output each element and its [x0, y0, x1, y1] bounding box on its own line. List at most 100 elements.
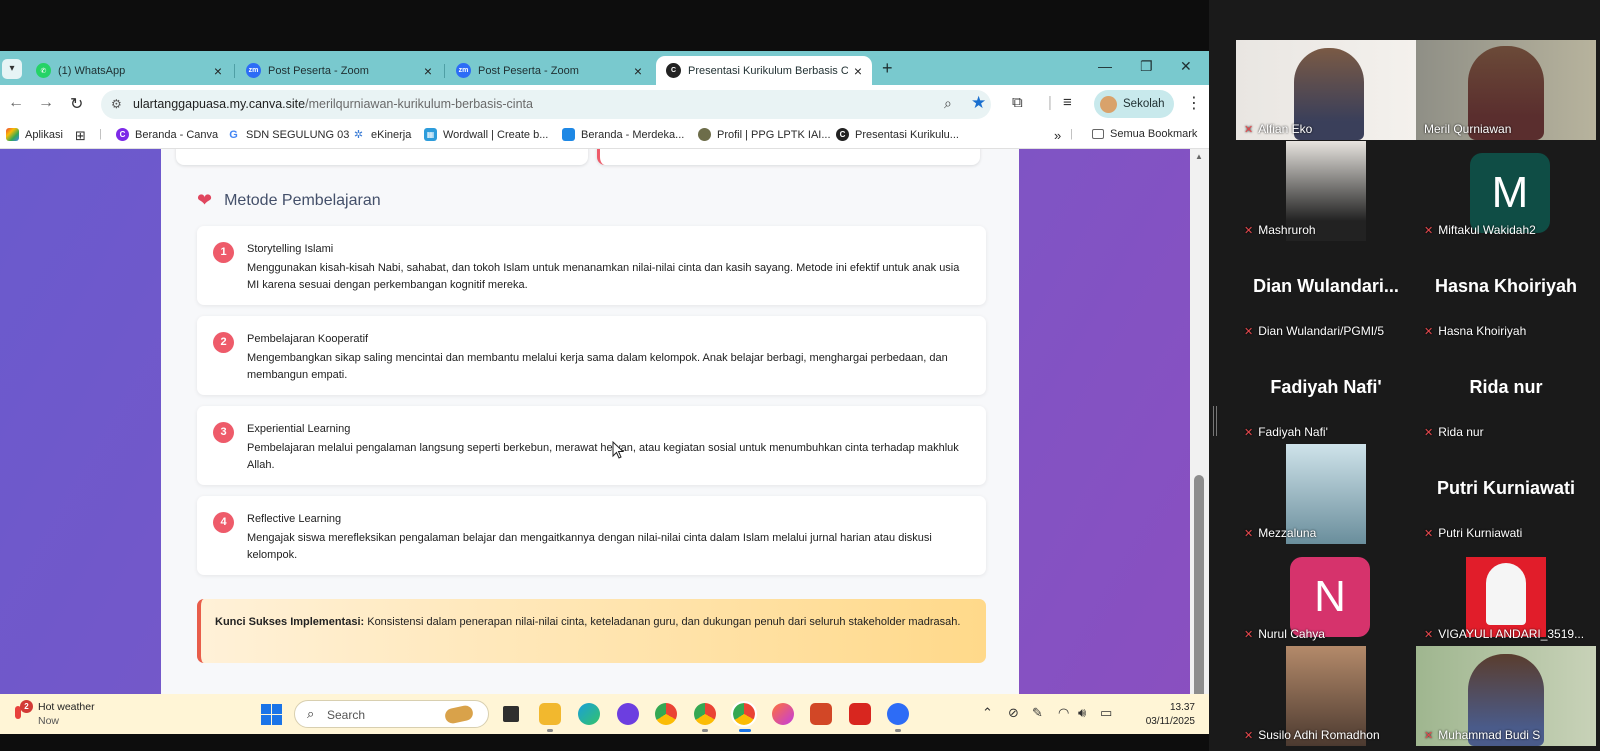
- mic-muted-icon: ✕: [1244, 426, 1254, 439]
- participant-tile[interactable]: Fadiyah Nafi' ✕ Fadiyah Nafi': [1236, 343, 1416, 443]
- wifi-icon[interactable]: ◠: [1058, 705, 1069, 721]
- participant-name-tag: ✕ VIGAYULI ANDARI_3519...: [1424, 627, 1585, 641]
- bookmark-aplikasi[interactable]: Aplikasi: [6, 128, 63, 141]
- participant-tile[interactable]: ✕ Susilo Adhi Romadhon: [1236, 646, 1416, 746]
- participant-tile[interactable]: ✕ Mashruroh: [1236, 141, 1416, 241]
- close-icon[interactable]: ×: [854, 63, 862, 79]
- tab-groups-icon[interactable]: ⊞: [75, 128, 86, 144]
- address-bar[interactable]: ⚙ ulartanggapuasa.my.canva.site/merilqur…: [101, 90, 991, 119]
- scrollbar-thumb[interactable]: [1194, 475, 1204, 699]
- bookmark-ekinerja[interactable]: ✲ eKinerja: [352, 128, 411, 141]
- file-explorer-icon[interactable]: [539, 703, 561, 725]
- bookmark-ppg[interactable]: Profil | PPG LPTK IAI...: [698, 128, 831, 141]
- close-icon[interactable]: ×: [634, 63, 642, 79]
- bookmark-star-icon[interactable]: ★: [971, 93, 986, 113]
- profile-label: Sekolah: [1123, 98, 1165, 110]
- participant-tile[interactable]: ✕ Alfian Eko: [1236, 40, 1416, 140]
- system-clock[interactable]: 13.37 03/11/2025: [1133, 701, 1195, 729]
- menu-kebab-icon[interactable]: ⋮: [1186, 93, 1202, 113]
- participant-tile-active-speaker[interactable]: Meril Qurniawan: [1416, 40, 1596, 140]
- method-card: 4 Reflective Learning Mengajak siswa mer…: [197, 496, 986, 575]
- participant-tile[interactable]: ✕ VIGAYULI ANDARI_3519...: [1416, 545, 1596, 645]
- battery-icon[interactable]: ▭: [1100, 705, 1112, 721]
- taskbar-search[interactable]: ⌕ Search: [294, 700, 489, 728]
- participant-tile[interactable]: Rida nur ✕ Rida nur: [1416, 343, 1596, 443]
- back-button[interactable]: ←: [8, 94, 24, 112]
- zoom-icon[interactable]: ⌕: [944, 95, 952, 112]
- bookmark-divider: |: [1070, 128, 1073, 140]
- canva-app-icon[interactable]: [617, 703, 639, 725]
- bookmarks-overflow-button[interactable]: »: [1054, 128, 1061, 143]
- extensions-icon[interactable]: ⧉: [1012, 94, 1023, 111]
- participant-tile[interactable]: N ✕ Nurul Cahya: [1236, 545, 1416, 645]
- zoom-icon: zm: [456, 63, 471, 78]
- participant-tile[interactable]: Putri Kurniawati ✕ Putri Kurniawati: [1416, 444, 1596, 544]
- chrome-profile-icon[interactable]: [694, 703, 716, 725]
- all-bookmarks-button[interactable]: Semua Bookmark: [1092, 128, 1197, 140]
- bookmark-presentasi[interactable]: C Presentasi Kurikulu...: [836, 128, 959, 141]
- acrobat-icon[interactable]: [849, 703, 871, 725]
- participant-name-tag: ✕ Fadiyah Nafi': [1244, 425, 1328, 439]
- participant-tile[interactable]: Hasna Khoiriyah ✕ Hasna Khoiriyah: [1416, 242, 1596, 342]
- panel-resize-handle[interactable]: [1213, 406, 1217, 436]
- powerpoint-icon[interactable]: [810, 703, 832, 725]
- volume-icon[interactable]: 🔊︎: [1078, 705, 1086, 721]
- chrome-active-icon[interactable]: [731, 701, 757, 727]
- page-viewport[interactable]: ❤ Metode Pembelajaran 1 Storytelling Isl…: [0, 149, 1190, 734]
- reload-button[interactable]: ↻: [70, 94, 83, 114]
- tray-overflow-icon[interactable]: ⌃: [982, 705, 993, 721]
- url-text: ulartanggapuasa.my.canva.site/merilqurni…: [133, 97, 533, 111]
- participant-display-name: Fadiyah Nafi': [1270, 377, 1382, 397]
- ppg-icon: [698, 128, 711, 141]
- participant-tile[interactable]: Dian Wulandari... ✕ Dian Wulandari/PGMI/5: [1236, 242, 1416, 342]
- mic-muted-icon: ✕: [1424, 729, 1434, 742]
- network-off-icon[interactable]: ⊘: [1008, 705, 1019, 721]
- chrome-icon[interactable]: [655, 703, 677, 725]
- media-control-icon[interactable]: ≡: [1063, 94, 1072, 111]
- close-window-button[interactable]: ✕: [1180, 58, 1192, 75]
- folder-icon: [1092, 129, 1104, 139]
- site-info-icon[interactable]: ⚙: [111, 97, 122, 111]
- participant-name-tag: ✕ Nurul Cahya: [1244, 627, 1325, 641]
- tab-whatsapp[interactable]: ✆ (1) WhatsApp ×: [26, 56, 232, 85]
- bookmark-merdeka[interactable]: Beranda - Merdeka...: [562, 128, 684, 141]
- firefox-icon[interactable]: [772, 703, 794, 725]
- canva-icon: C: [116, 128, 129, 141]
- callout-text: Konsistensi dalam penerapan nilai-nilai …: [364, 616, 961, 628]
- mic-muted-icon: ✕: [1244, 123, 1254, 136]
- close-icon[interactable]: ×: [424, 63, 432, 79]
- minimize-button[interactable]: —: [1098, 58, 1112, 74]
- participant-tile[interactable]: ✕ Muhammad Budi S: [1416, 646, 1596, 746]
- start-button[interactable]: [261, 704, 282, 725]
- bookmark-wordwall[interactable]: ▦ Wordwall | Create b...: [424, 128, 548, 141]
- weather-subtitle: Now: [38, 715, 60, 727]
- bookmark-sdn-segulung[interactable]: G SDN SEGULUNG 03: [227, 128, 349, 141]
- forward-button[interactable]: →: [38, 94, 54, 112]
- zoom-app-icon[interactable]: [887, 703, 909, 725]
- scroll-up-arrow[interactable]: ▲: [1195, 152, 1203, 161]
- tab-presentasi[interactable]: C Presentasi Kurikulum Berbasis C ×: [656, 56, 872, 85]
- tab-zoom-1[interactable]: zm Post Peserta - Zoom ×: [236, 56, 442, 85]
- clock-time: 13.37: [1169, 702, 1195, 713]
- canva-icon: C: [836, 128, 849, 141]
- profile-button[interactable]: Sekolah: [1094, 90, 1174, 118]
- restore-button[interactable]: ❐: [1140, 58, 1153, 75]
- tab-search-button[interactable]: ▾: [2, 59, 22, 79]
- search-highlight-icon: [443, 704, 475, 725]
- edge-icon[interactable]: [578, 703, 600, 725]
- active-indicator: [739, 729, 751, 732]
- google-icon: G: [227, 128, 240, 141]
- close-icon[interactable]: ×: [214, 63, 222, 79]
- bookmark-beranda-canva[interactable]: C Beranda - Canva: [116, 128, 218, 141]
- pen-icon[interactable]: ✎: [1032, 705, 1043, 721]
- weather-widget[interactable]: 2 Hot weather Now: [12, 700, 95, 728]
- apps-grid-icon: [6, 128, 19, 141]
- tab-zoom-2[interactable]: zm Post Peserta - Zoom ×: [446, 56, 652, 85]
- new-tab-button[interactable]: +: [882, 58, 893, 79]
- tab-label: (1) WhatsApp: [58, 64, 126, 77]
- participant-tile[interactable]: M ✕ Miftakul Wakidah2: [1416, 141, 1596, 241]
- heart-icon: ❤: [197, 190, 213, 210]
- task-view-icon[interactable]: [503, 706, 519, 722]
- mouse-cursor-icon: [612, 441, 624, 459]
- participant-tile[interactable]: ✕ Mezzaluna: [1236, 444, 1416, 544]
